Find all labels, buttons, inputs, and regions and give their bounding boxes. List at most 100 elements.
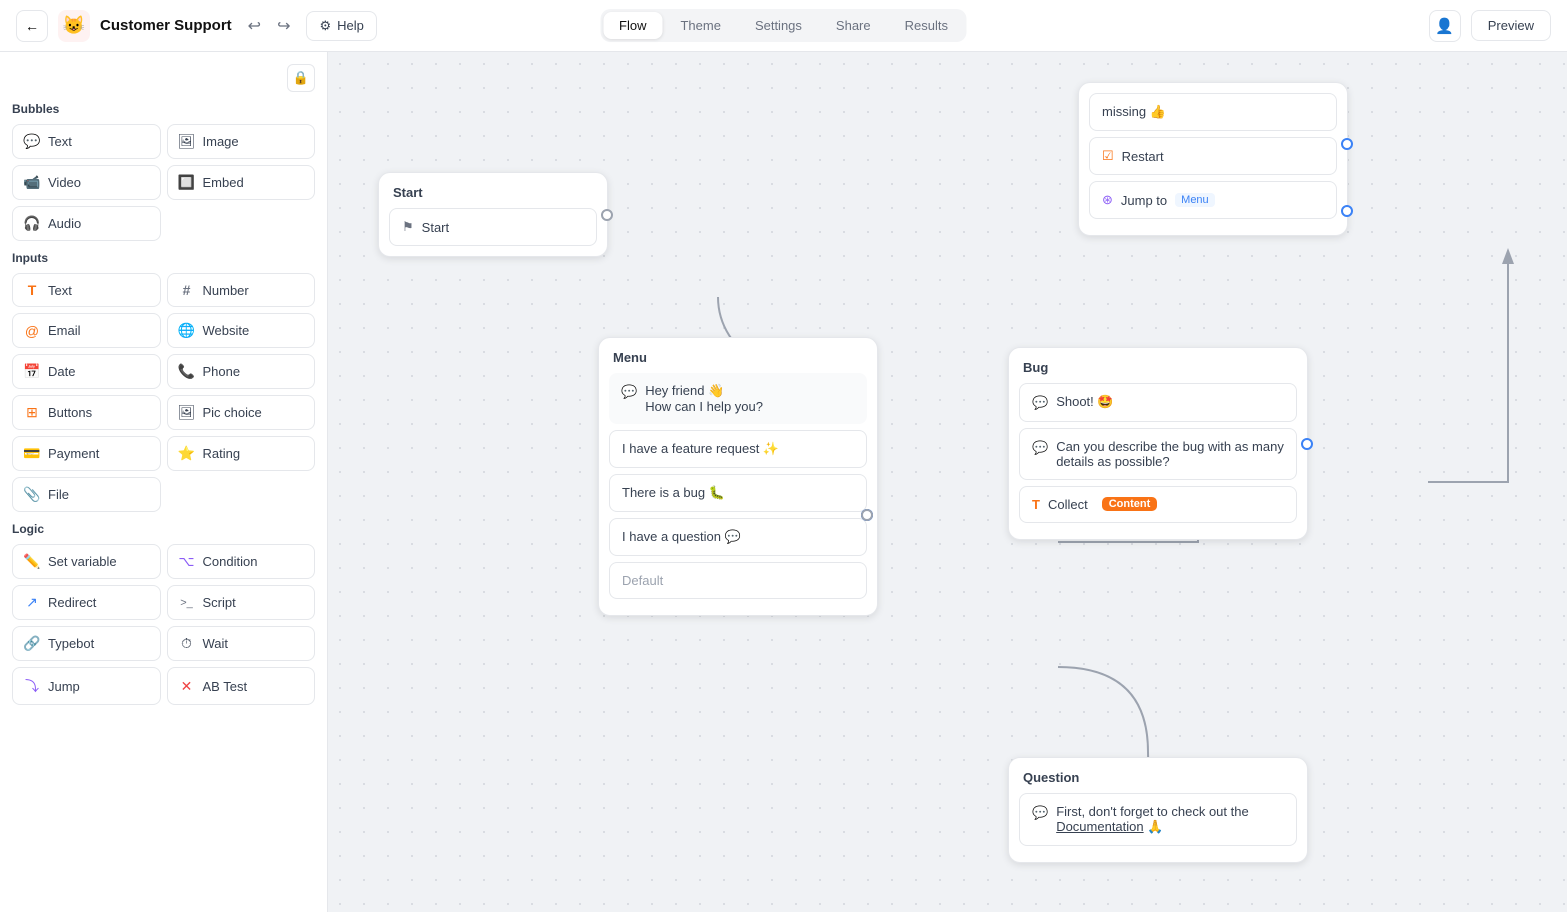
sidebar-item-jump[interactable]: ⤵ Jump <box>12 667 161 705</box>
sidebar-item-typebot[interactable]: 🔗 Typebot <box>12 626 161 661</box>
sidebar-item-embed-bubble[interactable]: 🔲 Embed <box>167 165 316 200</box>
help-icon: ⚙ <box>319 18 331 34</box>
collect-badge: Content <box>1102 497 1158 511</box>
menu-node[interactable]: Menu 💬 Hey friend 👋How can I help you? I… <box>598 337 878 616</box>
bug-bubble-icon-1: 💬 <box>1032 440 1048 456</box>
phone-input-icon: 📞 <box>178 363 196 380</box>
topnav-left: ← 😺 Customer Support ↩ ↪ ⚙ Help <box>16 10 377 42</box>
lock-area: 🔒 <box>12 64 315 92</box>
restart-icon: ☑ <box>1102 148 1114 164</box>
collect-t-icon: T <box>1032 497 1040 512</box>
right-panel-dot-restart[interactable] <box>1341 138 1353 150</box>
start-node[interactable]: Start ⚑ Start <box>378 172 608 257</box>
sidebar-item-payment-input[interactable]: 💳 Payment <box>12 436 161 471</box>
picchoice-input-icon: 🖼 <box>178 404 196 421</box>
question-bubble-row: 💬 First, don't forget to check out the D… <box>1019 793 1297 846</box>
undo-redo-group: ↩ ↪ <box>242 10 297 42</box>
right-restart-item: ☑ Restart <box>1089 137 1337 175</box>
video-bubble-icon: 📹 <box>23 174 41 191</box>
menu-choice-2[interactable]: I have a question 💬 <box>609 518 867 556</box>
sidebar-item-image-bubble[interactable]: 🖼 Image <box>167 124 316 159</box>
tab-results[interactable]: Results <box>889 12 964 39</box>
sidebar-item-date-input[interactable]: 📅 Date <box>12 354 161 389</box>
inputs-grid: T Text # Number @ Email 🌐 Website 📅 Date… <box>12 273 315 512</box>
question-node[interactable]: Question 💬 First, don't forget to check … <box>1008 757 1308 863</box>
sidebar-item-text-bubble[interactable]: 💬 Text <box>12 124 161 159</box>
sidebar-item-picchoice-input[interactable]: 🖼 Pic choice <box>167 395 316 430</box>
bug-node[interactable]: Bug 💬 Shoot! 🤩 💬 Can you describe the bu… <box>1008 347 1308 540</box>
sidebar-item-rating-input[interactable]: ⭐ Rating <box>167 436 316 471</box>
bug-describe-row: 💬 Can you describe the bug with as many … <box>1019 428 1297 480</box>
question-node-content: 💬 First, don't forget to check out the D… <box>1009 793 1307 862</box>
flow-canvas[interactable]: Start ⚑ Start Menu 💬 Hey friend 👋How can… <box>328 52 1567 912</box>
bug-bubble-icon-0: 💬 <box>1032 395 1048 411</box>
sidebar-item-email-input[interactable]: @ Email <box>12 313 161 348</box>
date-input-icon: 📅 <box>23 363 41 380</box>
app-name: Customer Support <box>100 17 232 34</box>
sidebar-item-redirect[interactable]: ↗ Redirect <box>12 585 161 620</box>
menu-choice-0[interactable]: I have a feature request ✨ <box>609 430 867 468</box>
menu-node-title: Menu <box>599 338 877 373</box>
redirect-icon: ↗ <box>23 594 41 611</box>
jumpto-target: Menu <box>1175 193 1215 207</box>
start-row: ⚑ Start <box>389 208 597 246</box>
redo-button[interactable]: ↪ <box>271 10 296 42</box>
main-layout: 🔒 Bubbles 💬 Text 🖼 Image 📹 Video 🔲 Embed <box>0 52 1567 912</box>
menu-choice-default[interactable]: Default <box>609 562 867 599</box>
logic-grid: ✏️ Set variable ⌥ Condition ↗ Redirect >… <box>12 544 315 705</box>
undo-button[interactable]: ↩ <box>242 10 267 42</box>
question-bubble-icon: 💬 <box>1032 805 1048 821</box>
sidebar: 🔒 Bubbles 💬 Text 🖼 Image 📹 Video 🔲 Embed <box>0 52 328 912</box>
jump-icon: ⤵ <box>23 676 41 696</box>
menu-node-content: 💬 Hey friend 👋How can I help you? I have… <box>599 373 877 615</box>
start-output-dot[interactable] <box>601 209 613 221</box>
email-input-icon: @ <box>23 323 41 339</box>
audio-bubble-icon: 🎧 <box>23 215 41 232</box>
right-panel-node[interactable]: missing 👍 ☑ Restart ⊛ Jump to Menu <box>1078 82 1348 236</box>
lock-icon[interactable]: 🔒 <box>287 64 315 92</box>
bug-node-title: Bug <box>1009 348 1307 383</box>
menu-bubble-icon: 💬 <box>621 384 637 400</box>
wait-icon: ⏱ <box>178 635 196 652</box>
payment-input-icon: 💳 <box>23 445 41 462</box>
back-button[interactable]: ← <box>16 10 48 42</box>
tab-flow[interactable]: Flow <box>603 12 662 39</box>
sidebar-item-file-input[interactable]: 📎 File <box>12 477 161 512</box>
abtest-icon: ✕ <box>178 678 196 695</box>
topnav-tabs: Flow Theme Settings Share Results <box>600 9 967 42</box>
sidebar-item-script[interactable]: >_ Script <box>167 585 316 620</box>
user-icon[interactable]: 👤 <box>1429 10 1461 42</box>
sidebar-item-condition[interactable]: ⌥ Condition <box>167 544 316 579</box>
bug-output-dot[interactable] <box>1301 438 1313 450</box>
jumpto-icon: ⊛ <box>1102 192 1113 208</box>
sidebar-item-website-input[interactable]: 🌐 Website <box>167 313 316 348</box>
bug-collect-row: T Collect Content <box>1019 486 1297 523</box>
sidebar-item-abtest[interactable]: ✕ AB Test <box>167 667 316 705</box>
sidebar-item-wait[interactable]: ⏱ Wait <box>167 626 316 661</box>
tab-theme[interactable]: Theme <box>664 12 736 39</box>
sidebar-item-setvariable[interactable]: ✏️ Set variable <box>12 544 161 579</box>
condition-icon: ⌥ <box>178 553 196 570</box>
question-node-title: Question <box>1009 758 1307 793</box>
start-node-title: Start <box>379 173 607 208</box>
preview-button[interactable]: Preview <box>1471 10 1551 41</box>
sidebar-item-text-input[interactable]: T Text <box>12 273 161 307</box>
bubbles-section-title: Bubbles <box>12 102 315 116</box>
help-button[interactable]: ⚙ Help <box>306 11 376 41</box>
sidebar-item-phone-input[interactable]: 📞 Phone <box>167 354 316 389</box>
sidebar-item-audio-bubble[interactable]: 🎧 Audio <box>12 206 161 241</box>
start-node-content: ⚑ Start <box>379 208 607 256</box>
app-icon: 😺 <box>58 10 90 42</box>
logic-section-title: Logic <box>12 522 315 536</box>
right-panel-dot-jump[interactable] <box>1341 205 1353 217</box>
tab-share[interactable]: Share <box>820 12 887 39</box>
sidebar-item-number-input[interactable]: # Number <box>167 273 316 307</box>
sidebar-item-buttons-input[interactable]: ⊞ Buttons <box>12 395 161 430</box>
menu-choice-1[interactable]: There is a bug 🐛 <box>609 474 867 512</box>
text-input-icon: T <box>23 282 41 298</box>
script-icon: >_ <box>178 597 196 609</box>
choice-default-dot[interactable] <box>861 509 873 521</box>
sidebar-item-video-bubble[interactable]: 📹 Video <box>12 165 161 200</box>
tab-settings[interactable]: Settings <box>739 12 818 39</box>
right-panel-content: missing 👍 ☑ Restart ⊛ Jump to Menu <box>1079 83 1347 235</box>
